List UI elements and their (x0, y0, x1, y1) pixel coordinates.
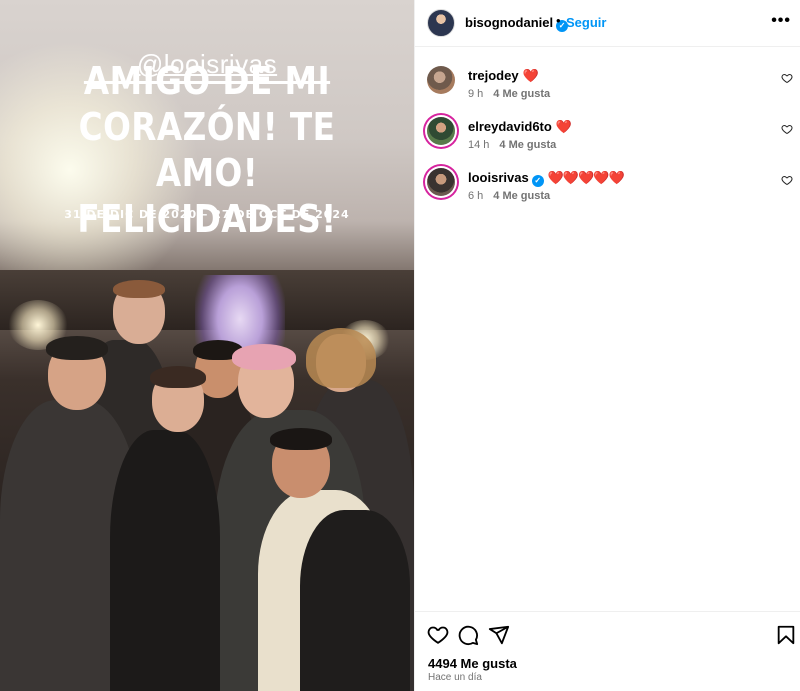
like-comment-heart-icon[interactable] (781, 123, 793, 135)
like-comment-heart-icon[interactable] (781, 174, 793, 186)
comment-text: ❤️ (555, 119, 572, 134)
post-image[interactable]: @looisrivas AMIGO DE MI CORAZÓN! TE AMO!… (0, 0, 414, 691)
author-username-text[interactable]: bisognodaniel (465, 15, 553, 30)
comment-text: ❤️❤️❤️❤️❤️ (547, 170, 625, 185)
comment-username[interactable]: looisrivas (468, 170, 529, 185)
comment-likes[interactable]: 4 Me gusta (499, 139, 556, 151)
comment-likes[interactable]: 4 Me gusta (493, 88, 550, 100)
verified-icon: ✓ (531, 175, 544, 187)
comment-username[interactable]: trejodey (468, 68, 519, 83)
comment-meta: 14 h 4 Me gusta (468, 139, 566, 151)
comment-text: ❤️ (522, 68, 539, 83)
follow-button[interactable]: Seguir (566, 15, 606, 30)
post-time[interactable]: Hace un día (428, 672, 482, 683)
avatar[interactable] (427, 66, 455, 94)
avatar[interactable] (427, 9, 455, 37)
post-sidebar: bisognodaniel ✓ • Seguir ••• trejodey ❤️ 9… (414, 0, 800, 691)
more-options-icon[interactable]: ••• (771, 12, 791, 30)
comment-author: looisrivas ✓ ❤️❤️❤️❤️❤️ (468, 170, 625, 187)
comment-time[interactable]: 6 h (468, 190, 483, 202)
comment-meta: 9 h 4 Me gusta (468, 88, 560, 100)
author-username[interactable]: bisognodaniel ✓ (465, 15, 569, 32)
avatar[interactable] (427, 168, 455, 196)
comment-author: trejodey ❤️ (468, 68, 539, 84)
comment-likes[interactable]: 4 Me gusta (493, 190, 550, 202)
headline-line-2: CORAZÓN! TE AMO! (78, 105, 336, 195)
comment-item: trejodey ❤️ 9 h 4 Me gusta (415, 66, 800, 114)
headline-line-1: AMIGO DE MI (83, 59, 331, 103)
comment-meta: 6 h 4 Me gusta (468, 190, 560, 202)
likes-count[interactable]: 4494 Me gusta (428, 656, 517, 671)
share-paper-plane-icon[interactable] (488, 624, 510, 646)
avatar[interactable] (427, 117, 455, 145)
comment-author: elreydavid6to ❤️ (468, 119, 572, 135)
comment-item: looisrivas ✓ ❤️❤️❤️❤️❤️ 6 h 4 Me gusta (415, 168, 800, 216)
dates-text: 31 DE DIC DE 2020 – 27 DE OCT DE 2024 (64, 208, 350, 221)
like-comment-heart-icon[interactable] (781, 72, 793, 84)
post-actions: 4494 Me gusta Hace un día (415, 611, 800, 691)
save-bookmark-icon[interactable] (775, 624, 797, 646)
comment-bubble-icon[interactable] (457, 624, 479, 646)
comment-time[interactable]: 9 h (468, 88, 483, 100)
separator-dot: • (556, 13, 561, 28)
post-header: bisognodaniel ✓ • Seguir ••• (415, 0, 800, 47)
comment-username[interactable]: elreydavid6to (468, 119, 552, 134)
comment-time[interactable]: 14 h (468, 139, 489, 151)
comment-item: elreydavid6to ❤️ 14 h 4 Me gusta (415, 117, 800, 165)
like-heart-icon[interactable] (427, 624, 449, 646)
